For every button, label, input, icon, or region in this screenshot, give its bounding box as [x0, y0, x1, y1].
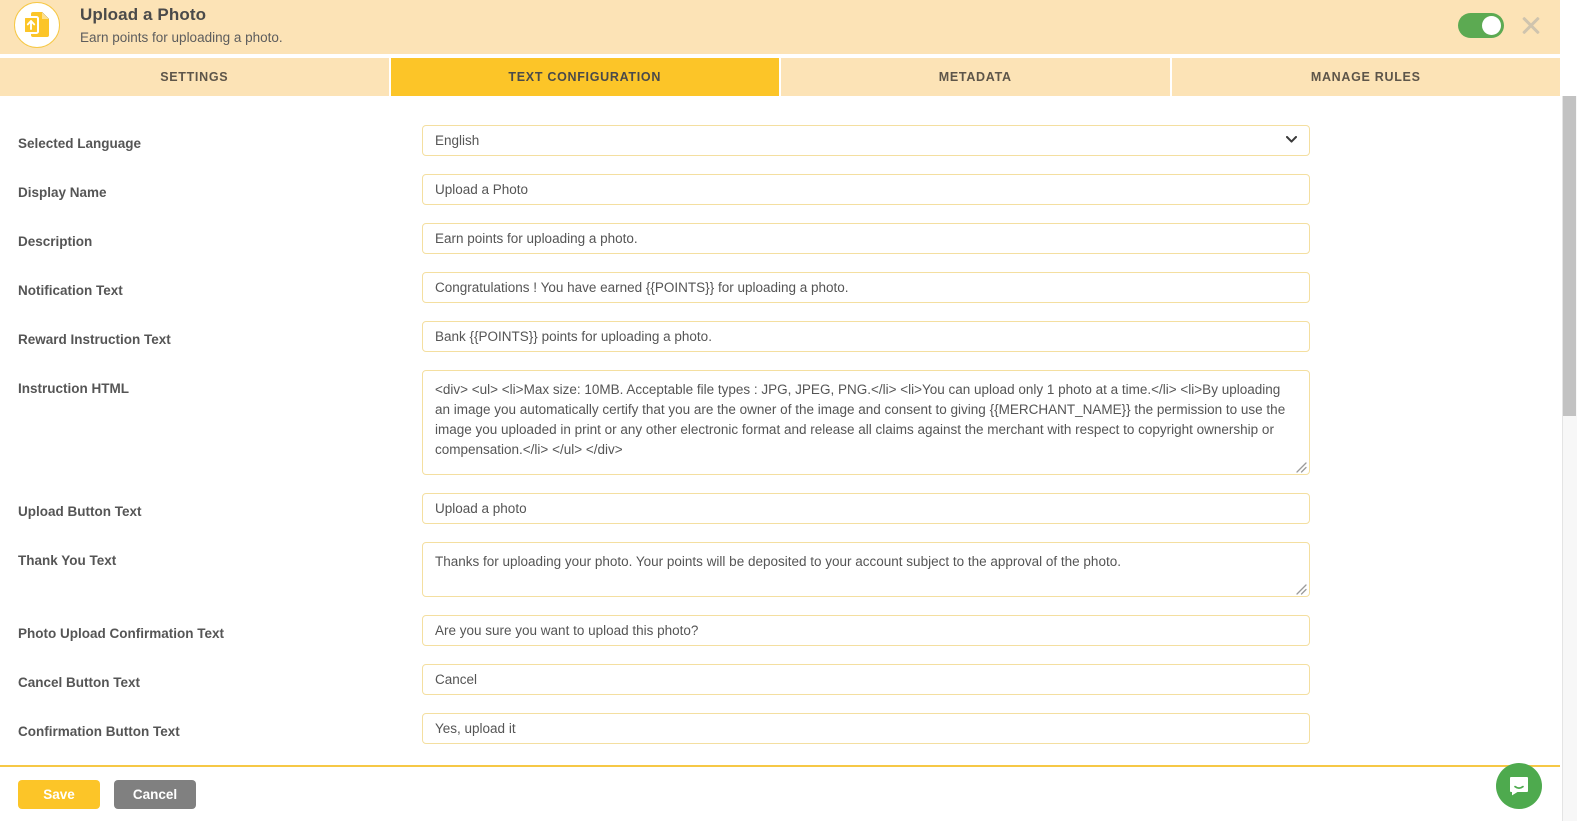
dialog-footer: Save Cancel	[0, 765, 1560, 821]
cancel-button[interactable]: Cancel	[114, 779, 196, 809]
description-field-wrap	[422, 223, 1310, 254]
row-instruction-html: Instruction HTML <div> <ul> <li>Max size…	[0, 370, 1560, 475]
selected-language-select[interactable]: English	[422, 125, 1310, 156]
header-actions	[1458, 12, 1546, 38]
display-name-label: Display Name	[18, 185, 107, 200]
scrollbar-thumb[interactable]	[1563, 96, 1576, 416]
save-button[interactable]: Save	[18, 779, 100, 809]
selected-language-field-wrap: English	[422, 125, 1310, 156]
row-reward-instruction-text: Reward Instruction Text	[0, 321, 1560, 352]
confirmation-button-text-label: Confirmation Button Text	[18, 724, 180, 739]
row-selected-language: Selected Language English	[0, 125, 1560, 156]
row-thank-you-text: Thank You Text Thanks for uploading your…	[0, 542, 1560, 597]
instruction-html-label: Instruction HTML	[18, 381, 129, 396]
upload-button-text-input[interactable]	[422, 493, 1310, 524]
page-scrollbar[interactable]	[1562, 96, 1577, 821]
instruction-html-field-wrap: <div> <ul> <li>Max size: 10MB. Acceptabl…	[422, 370, 1310, 475]
confirmation-button-text-input[interactable]	[422, 713, 1310, 744]
upload-photo-config-dialog: Upload a Photo Earn points for uploading…	[0, 0, 1577, 821]
tab-text-configuration-label: TEXT CONFIGURATION	[508, 70, 662, 84]
tab-metadata-label: METADATA	[938, 70, 1012, 84]
reward-instruction-text-input[interactable]	[422, 321, 1310, 352]
thank-you-text-field-wrap: Thanks for uploading your photo. Your po…	[422, 542, 1310, 597]
file-upload-icon	[14, 2, 60, 48]
toggle-knob	[1482, 15, 1501, 35]
text-configuration-form: Selected Language English Display Name D…	[0, 96, 1560, 765]
cancel-button-text-label: Cancel Button Text	[18, 675, 141, 690]
selected-language-label: Selected Language	[18, 136, 142, 151]
header-text-group: Upload a Photo Earn points for uploading…	[80, 5, 283, 47]
row-notification-text: Notification Text	[0, 272, 1560, 303]
row-cancel-button-text: Cancel Button Text	[0, 664, 1560, 695]
description-label: Description	[18, 234, 93, 249]
thank-you-text-textarea[interactable]: Thanks for uploading your photo. Your po…	[422, 542, 1310, 597]
notification-text-input[interactable]	[422, 272, 1310, 303]
page-subtitle: Earn points for uploading a photo.	[80, 30, 283, 45]
row-display-name: Display Name	[0, 174, 1560, 205]
cancel-button-text-field-wrap	[422, 664, 1310, 695]
confirmation-button-text-field-wrap	[422, 713, 1310, 744]
description-input[interactable]	[422, 223, 1310, 254]
tab-text-configuration[interactable]: TEXT CONFIGURATION	[390, 58, 781, 96]
photo-upload-confirmation-text-input[interactable]	[422, 615, 1310, 646]
close-icon[interactable]	[1520, 14, 1542, 36]
enable-toggle[interactable]	[1458, 12, 1504, 38]
row-upload-button-text: Upload Button Text	[0, 493, 1560, 524]
tab-settings-label: SETTINGS	[160, 70, 229, 84]
thank-you-text-label: Thank You Text	[18, 553, 117, 568]
chat-bubble-icon[interactable]	[1496, 763, 1542, 809]
display-name-field-wrap	[422, 174, 1310, 205]
notification-text-label: Notification Text	[18, 283, 123, 298]
tab-settings[interactable]: SETTINGS	[0, 58, 391, 96]
notification-text-field-wrap	[422, 272, 1310, 303]
dialog-header: Upload a Photo Earn points for uploading…	[0, 0, 1560, 54]
page-title: Upload a Photo	[80, 5, 207, 24]
upload-button-text-field-wrap	[422, 493, 1310, 524]
photo-upload-confirmation-text-label: Photo Upload Confirmation Text	[18, 626, 224, 641]
row-description: Description	[0, 223, 1560, 254]
reward-instruction-text-label: Reward Instruction Text	[18, 332, 171, 347]
cancel-button-text-input[interactable]	[422, 664, 1310, 695]
reward-instruction-text-field-wrap	[422, 321, 1310, 352]
display-name-input[interactable]	[422, 174, 1310, 205]
instruction-html-textarea[interactable]: <div> <ul> <li>Max size: 10MB. Acceptabl…	[422, 370, 1310, 475]
tab-bar: SETTINGS TEXT CONFIGURATION METADATA MAN…	[0, 58, 1560, 96]
upload-button-text-label: Upload Button Text	[18, 504, 142, 519]
row-photo-upload-confirmation-text: Photo Upload Confirmation Text	[0, 615, 1560, 646]
row-confirmation-button-text: Confirmation Button Text	[0, 713, 1560, 744]
photo-upload-confirmation-text-field-wrap	[422, 615, 1310, 646]
tab-manage-rules-label: MANAGE RULES	[1310, 70, 1421, 84]
tab-manage-rules[interactable]: MANAGE RULES	[1171, 58, 1560, 96]
tab-metadata[interactable]: METADATA	[781, 58, 1172, 96]
